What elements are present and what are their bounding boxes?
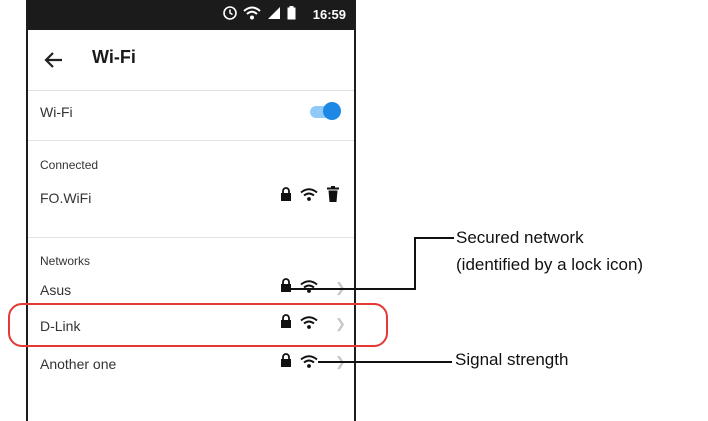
trash-icon[interactable] xyxy=(327,186,339,202)
app-bar: Wi-Fi xyxy=(28,30,354,91)
wifi-icon xyxy=(300,280,318,293)
connected-network-name[interactable]: FO.WiFi xyxy=(40,190,91,206)
callout-line xyxy=(291,288,416,290)
page-title: Wi-Fi xyxy=(92,47,136,67)
back-arrow-icon[interactable] xyxy=(42,48,66,72)
network-item-asus[interactable]: Asus xyxy=(40,282,71,298)
callout-line xyxy=(414,237,454,239)
divider xyxy=(28,140,354,141)
wifi-toggle-label: Wi-Fi xyxy=(40,104,73,120)
wifi-icon xyxy=(243,6,261,20)
status-bar: 16:59 xyxy=(28,0,354,30)
lock-icon xyxy=(281,353,291,367)
cell-signal-icon xyxy=(268,7,280,19)
battery-icon xyxy=(287,6,296,20)
clock-icon xyxy=(223,6,237,20)
wifi-icon xyxy=(300,355,318,368)
callout-line xyxy=(414,237,416,290)
wifi-toggle-thumb[interactable] xyxy=(323,102,341,120)
callout-line xyxy=(318,361,452,363)
highlight-dlink xyxy=(8,303,388,347)
divider xyxy=(28,237,354,238)
callout-secured-line1: Secured network xyxy=(456,228,584,247)
status-time: 16:59 xyxy=(312,7,346,22)
connected-section-title: Connected xyxy=(40,158,99,172)
phone-screen: 16:59 Wi-Fi Wi-Fi Connected FO.WiFi Netw… xyxy=(26,0,356,421)
network-item-another-one[interactable]: Another one xyxy=(40,356,116,372)
callout-secured-line2: (identified by a lock icon) xyxy=(456,255,644,274)
callout-signal: Signal strength xyxy=(455,350,569,369)
status-icons xyxy=(223,6,296,20)
wifi-icon xyxy=(300,188,318,201)
networks-section-title: Networks xyxy=(40,254,91,268)
lock-icon xyxy=(281,187,291,201)
